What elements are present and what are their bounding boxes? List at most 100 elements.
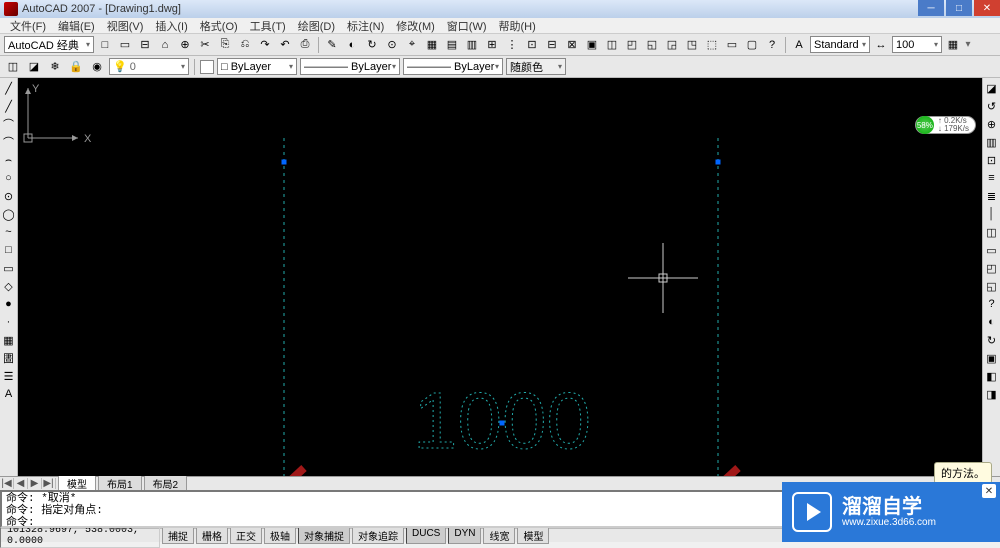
- modify-tool-14[interactable]: ↻: [984, 332, 1000, 348]
- draw-tool-11[interactable]: ◇: [1, 278, 17, 294]
- modify-tool-10[interactable]: ◰: [984, 260, 1000, 276]
- modify-tool-8[interactable]: ◫: [984, 224, 1000, 240]
- toolbar-button-3[interactable]: ⌂: [156, 36, 174, 54]
- grip-point[interactable]: [282, 160, 287, 165]
- toolbar-button-21[interactable]: ▢: [743, 36, 761, 54]
- tab-nav-last[interactable]: ▶|: [42, 478, 56, 489]
- draw-tool-0[interactable]: ╱: [1, 80, 17, 96]
- toolbar-button-10[interactable]: ⊡: [523, 36, 541, 54]
- chevron-down-icon[interactable]: ▾: [964, 39, 972, 50]
- toolbar-button-4[interactable]: ⊕: [176, 36, 194, 54]
- modify-tool-5[interactable]: ≡: [984, 170, 1000, 186]
- toolbar-button-5[interactable]: ✂: [196, 36, 214, 54]
- status-toggle-8[interactable]: 线宽: [483, 527, 515, 544]
- modify-tool-17[interactable]: ◨: [984, 386, 1000, 402]
- menu-help[interactable]: 帮助(H): [493, 18, 542, 33]
- draw-tool-17[interactable]: A: [1, 386, 17, 402]
- maximize-button[interactable]: □: [946, 0, 972, 16]
- menu-draw[interactable]: 绘图(D): [292, 18, 341, 33]
- draw-tool-16[interactable]: ☰: [1, 368, 17, 384]
- toolbar-button-2[interactable]: ⊟: [136, 36, 154, 54]
- workspace-combo[interactable]: AutoCAD 经典▾: [4, 36, 94, 53]
- toolbar-button-9[interactable]: ↶: [276, 36, 294, 54]
- toolbar-button-14[interactable]: ◫: [603, 36, 621, 54]
- watermark-close-icon[interactable]: ✕: [982, 484, 996, 498]
- layer-freeze-icon[interactable]: ❄: [46, 58, 64, 76]
- drawing-canvas[interactable]: 1000 X Y 58% ↑ 0.2K/s ↓ 179K/s: [18, 78, 982, 476]
- draw-tool-4[interactable]: ⌢: [1, 152, 17, 168]
- draw-tool-1[interactable]: ╱: [1, 98, 17, 114]
- toolbar-button-18[interactable]: ◳: [683, 36, 701, 54]
- chevron-down-icon[interactable]: ▾: [934, 40, 938, 49]
- layer-off-icon[interactable]: ◉: [88, 58, 106, 76]
- layer-manager-icon[interactable]: ◫: [4, 58, 22, 76]
- menu-tools[interactable]: 工具(T): [244, 18, 292, 33]
- color-swatch[interactable]: [200, 60, 214, 74]
- toolbar-button-20[interactable]: ▭: [723, 36, 741, 54]
- tab-nav-next[interactable]: ▶: [28, 478, 42, 489]
- toolbar-button-4[interactable]: ⌖: [403, 36, 421, 54]
- chevron-down-icon[interactable]: ▾: [862, 40, 866, 49]
- status-toggle-4[interactable]: 对象捕捉: [298, 527, 350, 544]
- draw-tool-6[interactable]: ⊙: [1, 188, 17, 204]
- text-style-combo[interactable]: Standard▾: [810, 36, 870, 53]
- layer-lock-icon[interactable]: 🔒: [67, 58, 85, 76]
- toolbar-button-6[interactable]: ▤: [443, 36, 461, 54]
- toolbar-button-1[interactable]: ◐: [343, 36, 361, 54]
- toolbar-button-0[interactable]: □: [96, 36, 114, 54]
- layer-states-icon[interactable]: ◪: [25, 58, 43, 76]
- table-style-icon[interactable]: ▦: [944, 36, 962, 54]
- color-combo[interactable]: □ ByLayer▾: [217, 58, 297, 75]
- draw-tool-2[interactable]: ⌒: [1, 116, 17, 132]
- lineweight-combo[interactable]: ———— ByLayer▾: [403, 58, 503, 75]
- tab-nav-first[interactable]: |◀: [0, 478, 14, 489]
- toolbar-button-8[interactable]: ⊞: [483, 36, 501, 54]
- grip-point[interactable]: [500, 421, 505, 426]
- modify-tool-16[interactable]: ◧: [984, 368, 1000, 384]
- status-toggle-5[interactable]: 对象追踪: [352, 527, 404, 544]
- menu-window[interactable]: 窗口(W): [441, 18, 493, 33]
- toolbar-button-11[interactable]: ⊟: [543, 36, 561, 54]
- modify-tool-4[interactable]: ⊡: [984, 152, 1000, 168]
- dim-style-icon[interactable]: ↔: [872, 36, 890, 54]
- toolbar-button-7[interactable]: ▥: [463, 36, 481, 54]
- status-toggle-9[interactable]: 模型: [517, 527, 549, 544]
- modify-tool-12[interactable]: ?: [984, 296, 1000, 312]
- draw-tool-5[interactable]: ○: [1, 170, 17, 186]
- status-toggle-1[interactable]: 栅格: [196, 527, 228, 544]
- toolbar-button-10[interactable]: ⎙: [296, 36, 314, 54]
- menu-format[interactable]: 格式(O): [194, 18, 244, 33]
- draw-tool-14[interactable]: ▦: [1, 332, 17, 348]
- toolbar-button-22[interactable]: ?: [763, 36, 781, 54]
- status-toggle-2[interactable]: 正交: [230, 527, 262, 544]
- toolbar-button-17[interactable]: ◲: [663, 36, 681, 54]
- toolbar-button-15[interactable]: ◰: [623, 36, 641, 54]
- linetype-combo[interactable]: ———— ByLayer▾: [300, 58, 400, 75]
- modify-tool-6[interactable]: ≣: [984, 188, 1000, 204]
- status-toggle-3[interactable]: 极轴: [264, 527, 296, 544]
- toolbar-button-5[interactable]: ▦: [423, 36, 441, 54]
- modify-tool-9[interactable]: ▭: [984, 242, 1000, 258]
- toolbar-button-3[interactable]: ⊙: [383, 36, 401, 54]
- chevron-down-icon[interactable]: ▾: [495, 62, 499, 71]
- status-toggle-6[interactable]: DUCS: [406, 527, 446, 544]
- modify-tool-15[interactable]: ▣: [984, 350, 1000, 366]
- draw-tool-7[interactable]: ◯: [1, 206, 17, 222]
- toolbar-button-8[interactable]: ↷: [256, 36, 274, 54]
- menu-edit[interactable]: 编辑(E): [52, 18, 101, 33]
- chevron-down-icon[interactable]: ▾: [392, 62, 396, 71]
- toolbar-button-13[interactable]: ▣: [583, 36, 601, 54]
- toolbar-button-9[interactable]: ⋮: [503, 36, 521, 54]
- draw-tool-3[interactable]: ⌒: [1, 134, 17, 150]
- chevron-down-icon[interactable]: ▾: [181, 62, 185, 71]
- modify-tool-7[interactable]: │: [984, 206, 1000, 222]
- dim-scale-combo[interactable]: 100▾: [892, 36, 942, 53]
- tab-nav-prev[interactable]: ◀: [14, 478, 28, 489]
- modify-tool-0[interactable]: ◪: [984, 80, 1000, 96]
- layer-combo[interactable]: 💡 0▾: [109, 58, 189, 75]
- draw-tool-10[interactable]: ▭: [1, 260, 17, 276]
- toolbar-button-16[interactable]: ◱: [643, 36, 661, 54]
- menu-modify[interactable]: 修改(M): [390, 18, 441, 33]
- modify-tool-3[interactable]: ▥: [984, 134, 1000, 150]
- chevron-down-icon[interactable]: ▾: [86, 40, 90, 49]
